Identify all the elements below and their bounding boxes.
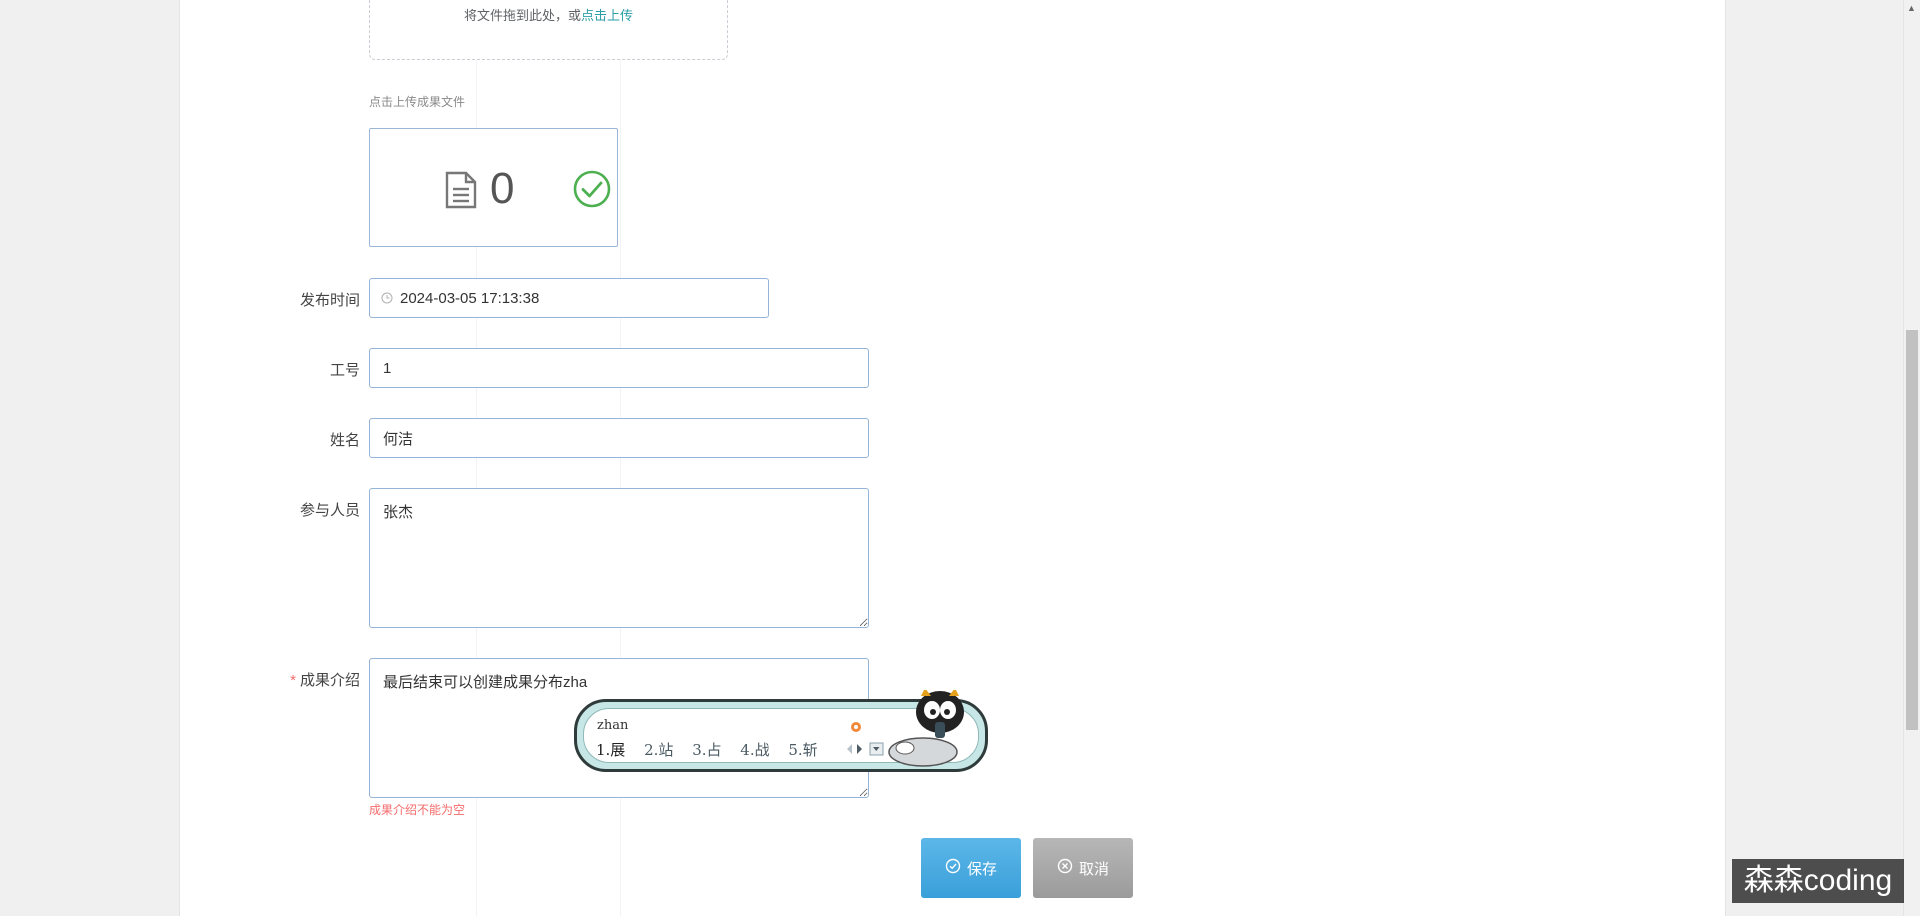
- participants-textarea[interactable]: 张杰: [369, 488, 869, 628]
- scrollbar-thumb[interactable]: [1906, 330, 1918, 730]
- upload-link[interactable]: 点击上传: [581, 8, 633, 23]
- employee-id-input[interactable]: [369, 348, 869, 388]
- ime-page-nav[interactable]: [846, 742, 886, 761]
- upload-hint: 点击上传成果文件: [369, 95, 466, 109]
- dropzone-text: 将文件拖到此处，或: [463, 8, 581, 23]
- ime-candidate[interactable]: 3.占: [692, 741, 721, 759]
- participants-label: 参与人员: [299, 502, 360, 519]
- file-card[interactable]: 0: [369, 128, 618, 247]
- save-button-label: 保存: [966, 860, 997, 878]
- intro-label-text: 成果介绍: [299, 672, 360, 689]
- ime-candidate[interactable]: 1.展: [596, 741, 625, 759]
- upload-dropzone[interactable]: 将文件拖到此处，或点击上传: [369, 0, 728, 60]
- publish-time-input[interactable]: [369, 278, 769, 318]
- name-label: 姓名: [329, 432, 360, 449]
- required-mark: *: [290, 672, 296, 689]
- cancel-button-label: 取消: [1078, 860, 1109, 878]
- publish-time-label: 发布时间: [299, 292, 360, 309]
- clock-icon: [381, 291, 393, 309]
- mascot-icon: [883, 688, 975, 777]
- name-input[interactable]: [369, 418, 869, 458]
- ime-candidate-window[interactable]: zhan 1.展 2.站 3.占 4.战 5.斩: [574, 688, 988, 772]
- employee-id-label: 工号: [329, 362, 360, 379]
- ime-candidate[interactable]: 5.斩: [788, 741, 817, 759]
- file-count: 0: [490, 164, 515, 213]
- intro-label: * 成果介绍: [210, 669, 360, 690]
- save-button[interactable]: 保存: [921, 838, 1021, 898]
- skin-icon[interactable]: [850, 720, 862, 738]
- document-icon: [445, 171, 477, 214]
- ime-pinyin: zhan: [597, 718, 629, 733]
- ime-candidates: 1.展 2.站 3.占 4.战 5.斩: [596, 739, 832, 760]
- watermark: 森森coding: [1732, 859, 1904, 903]
- scroll-up-arrow-icon[interactable]: ▲: [1907, 3, 1916, 13]
- check-circle-outline-icon: [945, 858, 961, 878]
- vertical-scrollbar[interactable]: ▲: [1903, 0, 1920, 916]
- ime-candidate[interactable]: 2.站: [644, 741, 673, 759]
- ime-candidate[interactable]: 4.战: [740, 741, 769, 759]
- check-circle-icon: [573, 170, 611, 213]
- cancel-button[interactable]: 取消: [1033, 838, 1133, 898]
- close-circle-icon: [1057, 858, 1073, 878]
- intro-error-message: 成果介绍不能为空: [369, 803, 466, 817]
